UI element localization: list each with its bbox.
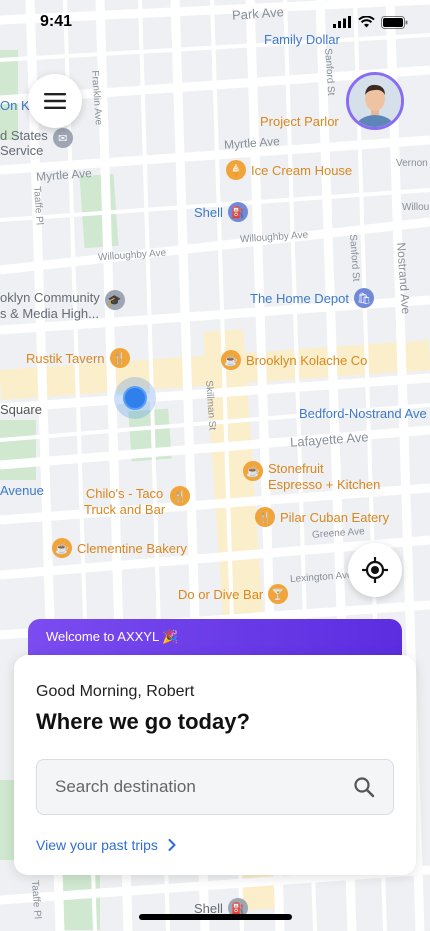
cafe-icon: ☕ — [52, 538, 72, 558]
poi-states-service[interactable]: d States Service ✉ — [0, 128, 73, 158]
poi-brooklyn-community[interactable]: oklyn Community s & Media High... 🎓 — [0, 290, 125, 322]
cafe-icon: ☕ — [243, 461, 263, 481]
crosshair-icon — [362, 557, 388, 583]
poi-ice-cream-house-label: Ice Cream House — [251, 162, 353, 178]
search-icon[interactable] — [353, 776, 375, 798]
restaurant-icon: 🍴 — [109, 348, 130, 368]
welcome-text: Welcome to AXXYL 🎉 — [46, 629, 179, 644]
restaurant-icon: 🍴 — [170, 486, 191, 506]
poi-chilos-label: Chilo's - Taco Truck and Bar — [84, 486, 166, 517]
street-label-square: Square — [0, 402, 42, 417]
poi-rustik-tavern[interactable]: Rustik Tavern 🍴 — [26, 348, 130, 368]
current-location-dot — [123, 386, 147, 410]
shopping-bag-icon: 🛍 — [354, 288, 374, 308]
street-label-on-k: On K — [0, 98, 30, 113]
current-location-marker — [114, 377, 156, 419]
poi-project-parlor-label: Project Parlor — [260, 114, 339, 129]
street-label-vernon-ave: Vernon A — [396, 158, 430, 169]
user-avatar-icon — [349, 75, 401, 127]
poi-states-service-label: d States Service — [0, 128, 48, 158]
search-input[interactable] — [55, 777, 335, 797]
poi-stonefruit-label: Stonefruit Espresso + Kitchen — [268, 461, 381, 492]
poi-stonefruit[interactable]: ☕ Stonefruit Espresso + Kitchen — [243, 461, 380, 493]
poi-do-or-dive[interactable]: Do or Dive Bar 🍸 — [178, 584, 289, 604]
poi-ice-cream-house[interactable]: 🍦 Ice Cream House — [226, 160, 352, 180]
status-bar: 9:41 — [0, 0, 430, 44]
poi-do-or-dive-label: Do or Dive Bar — [178, 586, 264, 602]
poi-brooklyn-community-label: oklyn Community s & Media High... — [0, 290, 100, 321]
status-icons — [333, 15, 408, 29]
headline-text: Where we go today? — [36, 709, 250, 734]
poi-the-home-depot[interactable]: The Home Depot 🛍 — [250, 288, 374, 308]
cafe-icon: ☕ — [221, 350, 241, 370]
restaurant-icon: 🍴 — [255, 507, 275, 527]
profile-avatar[interactable] — [346, 72, 404, 130]
battery-icon — [381, 15, 408, 29]
recenter-location-button[interactable] — [348, 543, 402, 597]
poi-project-parlor[interactable]: Project Parlor — [260, 114, 339, 129]
poi-shell-top-label: Shell — [194, 204, 223, 220]
poi-rustik-tavern-label: Rustik Tavern — [26, 350, 105, 366]
poi-pilar-cuban[interactable]: 🍴 Pilar Cuban Eatery — [255, 507, 389, 527]
street-label-willoughby-ave-edge: Willou — [402, 202, 430, 213]
poi-brooklyn-kolache[interactable]: ☕ Brooklyn Kolache Co — [221, 350, 367, 370]
signal-icon — [333, 16, 351, 28]
hamburger-icon — [44, 93, 66, 109]
street-label-avenue: Avenue — [0, 483, 44, 498]
school-icon: 🎓 — [104, 290, 125, 310]
wifi-icon — [358, 16, 375, 28]
poi-shell-top[interactable]: Shell ⛽ — [194, 202, 248, 222]
poi-bedford-nostrand[interactable]: Bedford-Nostrand Ave — [299, 406, 427, 421]
view-past-trips-link[interactable]: View your past trips — [36, 837, 394, 853]
home-indicator — [139, 914, 292, 920]
poi-brooklyn-kolache-label: Brooklyn Kolache Co — [246, 352, 368, 368]
poi-pilar-cuban-label: Pilar Cuban Eatery — [280, 509, 390, 525]
gas-station-icon: ⛽ — [227, 202, 248, 222]
poi-bedford-nostrand-label: Bedford-Nostrand Ave — [299, 406, 427, 421]
search-destination-field[interactable] — [36, 759, 394, 815]
greeting-text: Good Morning, Robert — [36, 683, 195, 700]
chevron-right-icon — [168, 839, 176, 851]
bar-icon: 🍸 — [268, 584, 289, 604]
status-time: 9:41 — [40, 13, 73, 30]
poi-chilos[interactable]: Chilo's - Taco Truck and Bar 🍴 — [84, 486, 191, 518]
destination-sheet: Good Morning, Robert Where we go today? … — [14, 655, 416, 875]
past-trips-label: View your past trips — [36, 837, 158, 853]
poi-clementine[interactable]: ☕ Clementine Bakery — [52, 538, 187, 558]
ice-cream-icon: 🍦 — [226, 160, 246, 180]
menu-button[interactable] — [28, 74, 82, 128]
poi-clementine-label: Clementine Bakery — [77, 540, 187, 556]
poi-the-home-depot-label: The Home Depot — [250, 290, 349, 306]
post-office-icon: ✉ — [52, 128, 73, 148]
